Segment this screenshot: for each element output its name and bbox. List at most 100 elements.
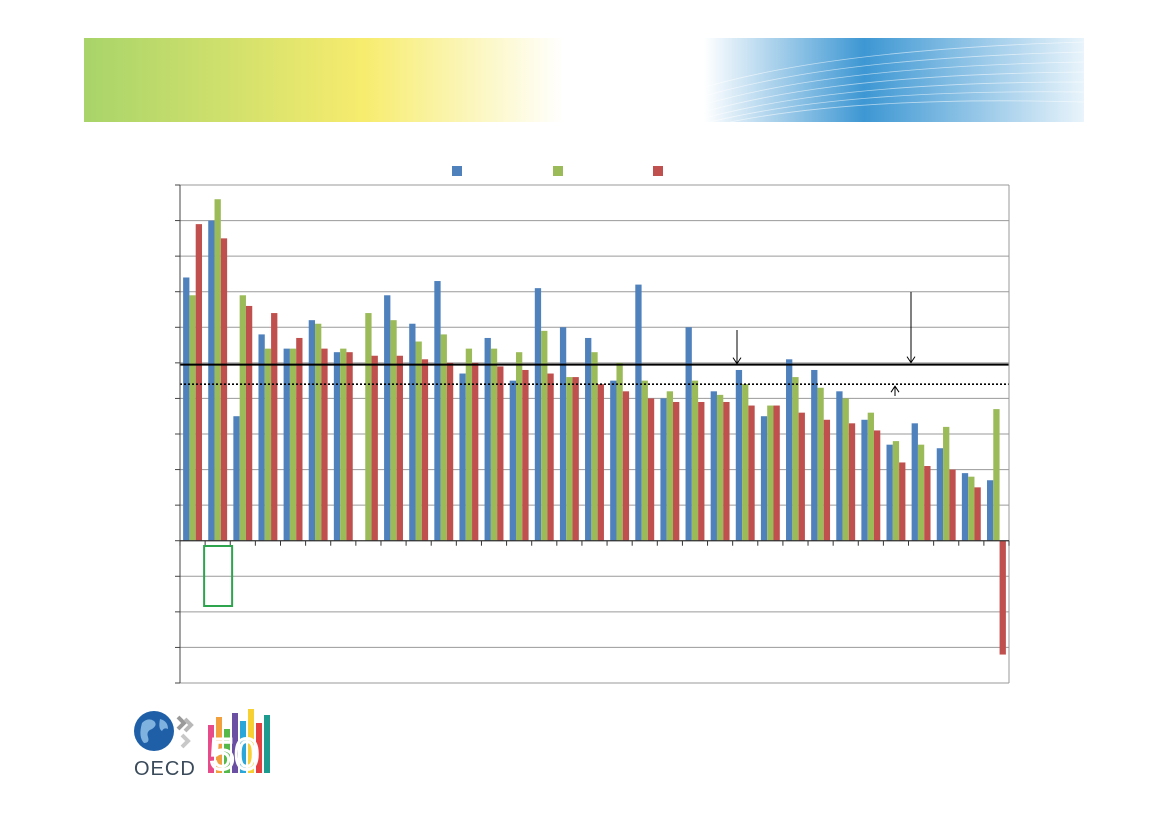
bar (459, 373, 466, 541)
bar (867, 412, 874, 541)
bar (773, 405, 780, 541)
bar (723, 401, 730, 541)
bar (886, 444, 893, 541)
bar (767, 405, 774, 541)
bar (974, 487, 981, 541)
bar (823, 419, 831, 541)
bar (534, 288, 542, 541)
bar (208, 220, 215, 541)
bar (315, 323, 322, 541)
bar (685, 327, 692, 541)
bar (183, 277, 190, 541)
svg-text:OECD: OECD (134, 758, 196, 780)
bar (817, 387, 824, 541)
legend-swatch (553, 166, 563, 176)
legend-swatch (653, 166, 663, 176)
bar (710, 391, 717, 541)
bar (434, 281, 441, 541)
bar (547, 373, 554, 541)
bar (214, 199, 221, 541)
bar (333, 352, 341, 541)
bar (390, 320, 397, 541)
bar (786, 359, 793, 541)
bar (911, 423, 918, 541)
bar (271, 313, 278, 541)
bar (968, 476, 975, 541)
bar (421, 359, 429, 541)
bar (296, 337, 303, 541)
bar (666, 391, 674, 541)
bar (465, 348, 473, 541)
bar (949, 469, 956, 541)
bar (346, 352, 353, 541)
bar (986, 480, 994, 541)
bar (446, 362, 454, 541)
bar (622, 391, 630, 541)
bar (861, 419, 868, 541)
bar (716, 394, 724, 541)
bar (365, 313, 372, 541)
bar (742, 384, 749, 541)
legend-swatch (452, 166, 462, 176)
globe-icon (134, 711, 174, 751)
chevron-icon (176, 715, 187, 731)
bar (415, 341, 422, 541)
bar (616, 362, 623, 541)
bar (842, 398, 849, 541)
svg-text:50: 50 (210, 730, 259, 779)
bar (321, 348, 328, 541)
bar (798, 412, 805, 541)
bar (585, 337, 592, 541)
bar (698, 401, 705, 541)
bar (591, 352, 598, 541)
bar (760, 416, 768, 541)
bar (892, 441, 900, 541)
oecd-50-logo: OECD 50 (134, 709, 270, 781)
bar (848, 423, 856, 541)
bar (673, 401, 680, 541)
bar (245, 305, 253, 541)
bar (873, 430, 881, 541)
bar (993, 409, 1000, 541)
bar (409, 323, 416, 541)
bar (490, 348, 498, 541)
bar (917, 444, 925, 541)
bar (641, 380, 648, 541)
bar (484, 337, 491, 541)
bar (195, 224, 203, 541)
bar (308, 320, 316, 541)
bars (183, 199, 1006, 655)
bar (572, 377, 579, 541)
legend (452, 166, 663, 176)
bar (647, 398, 655, 541)
bar (522, 369, 529, 541)
bar (472, 362, 479, 541)
bar (220, 238, 228, 541)
bar (691, 380, 699, 541)
bar (541, 330, 548, 541)
bar (189, 295, 196, 541)
bar (836, 391, 843, 541)
bar (660, 398, 667, 541)
bar (497, 366, 504, 541)
bar (999, 540, 1006, 655)
bar (597, 384, 604, 541)
bar-chart (175, 166, 1010, 684)
bar (943, 426, 950, 541)
bar (233, 416, 240, 541)
bar (340, 348, 347, 541)
bar (635, 284, 642, 541)
bar (509, 380, 516, 541)
bar (264, 348, 272, 541)
bar (735, 369, 743, 541)
bar (384, 295, 391, 541)
bar (610, 380, 617, 541)
bar (239, 295, 246, 541)
bar (899, 462, 906, 541)
bar (559, 327, 567, 541)
bar (515, 352, 523, 541)
bar (289, 348, 297, 541)
bar (936, 448, 944, 541)
bar (961, 473, 969, 541)
bar (283, 348, 290, 541)
